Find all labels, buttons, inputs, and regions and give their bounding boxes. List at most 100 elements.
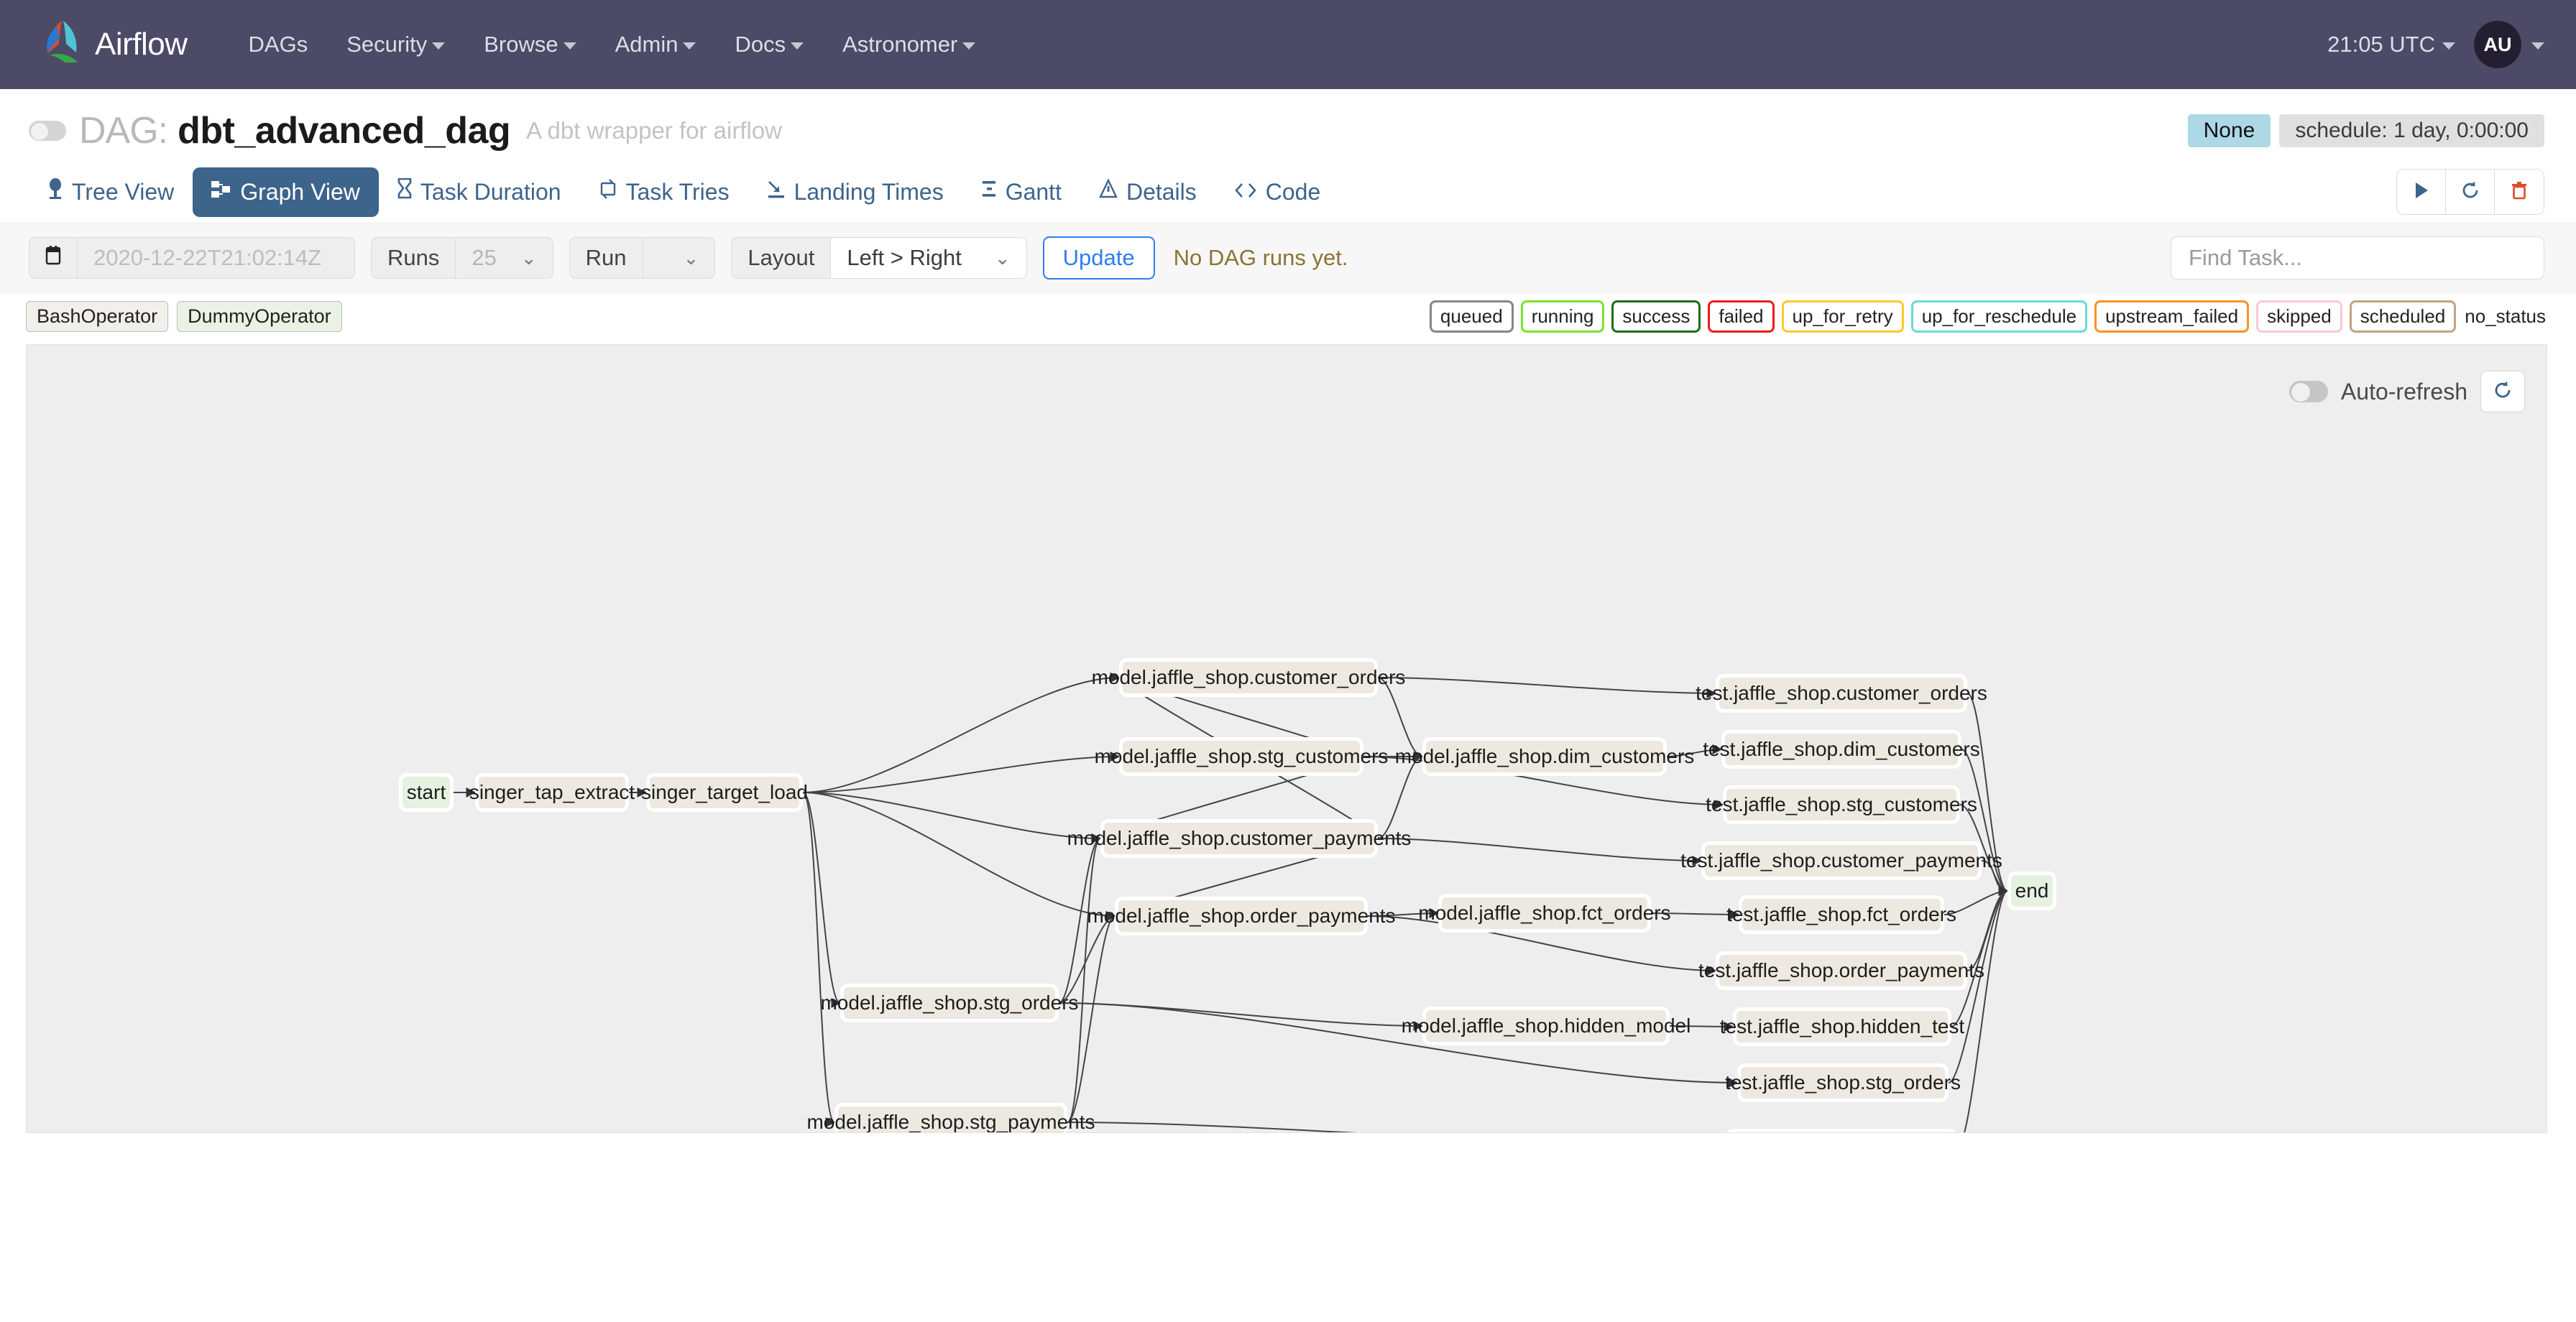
tab-details[interactable]: Details [1080,167,1215,217]
graph-node-m_ord_pay[interactable]: model.jaffle_shop.order_payments [1115,897,1368,935]
find-task-input[interactable]: Find Task... [2171,236,2544,279]
layout-group: Layout Left > Right ⌄ [731,237,1026,279]
legend-row: BashOperator DummyOperator queued runnin… [0,293,2576,341]
code-icon [1234,179,1257,205]
tab-graph-view[interactable]: Graph View [193,167,379,217]
auto-refresh-toggle[interactable] [2289,381,2328,402]
graph-edge [1067,838,1100,1122]
graph-node-m_dim_cust[interactable]: model.jaffle_shop.dim_customers [1422,737,1667,776]
graph-node-label: end [2015,879,2049,902]
run-select[interactable]: ⌄ [643,237,716,279]
navbar-right: 21:05 UTC AU [2327,21,2544,68]
graph-node-label: test.jaffle_shop.stg_customers [1706,793,1977,816]
graph-node-t_dim_cust[interactable]: test.jaffle_shop.dim_customers [1721,730,1961,769]
graph-node-label: test.jaffle_shop.customer_payments [1680,849,2002,872]
graph-node-end[interactable]: end [2007,872,2056,910]
play-icon [2412,180,2431,204]
graph-node-label: test.jaffle_shop.dim_customers [1703,738,1979,761]
tab-label: Gantt [1006,179,1062,205]
nav-link-astronomer[interactable]: Astronomer [823,32,995,57]
runs-select[interactable]: 25 ⌄ [456,237,553,279]
graph-node-m_cust_ord[interactable]: model.jaffle_shop.customer_orders [1119,658,1378,697]
graph-node-t_stg_ord[interactable]: test.jaffle_shop.stg_orders [1737,1063,1949,1102]
graph-edge [1067,916,1115,1122]
refresh-icon [2460,180,2480,204]
graph-node-t_hidden[interactable]: test.jaffle_shop.hidden_test [1733,1007,1951,1046]
layout-select[interactable]: Left > Right ⌄ [831,237,1026,279]
nav-link-dags[interactable]: DAGs [229,32,328,57]
graph-node-t_stg_cust[interactable]: test.jaffle_shop.stg_customers [1723,785,1960,824]
graph-node-start[interactable]: start [399,773,454,812]
airflow-brand[interactable]: Airflow [40,18,188,72]
trigger-dag-button[interactable] [2397,170,2446,214]
graph-node-label: test.jaffle_shop.customer_orders [1696,682,1987,705]
graph-node-m_stg_ord[interactable]: model.jaffle_shop.stg_orders [840,984,1059,1022]
graph-node-load[interactable]: singer_target_load [646,773,803,812]
layout-select-value: Left > Right [847,245,961,271]
graph-edge [1378,838,1701,861]
tab-label: Graph View [240,179,360,205]
graph-node-t_ord_pay[interactable]: test.jaffle_shop.order_payments [1716,951,1967,990]
tab-landing-times[interactable]: Landing Times [748,167,962,217]
tab-label: Code [1266,179,1321,205]
page-title: dbt_advanced_dag [178,109,510,152]
runs-label: Runs [371,237,456,279]
nav-link-label: DAGs [249,32,308,57]
refresh-dag-button[interactable] [2446,170,2495,214]
graph-icon [211,179,231,205]
operator-badge-dummyoperator: DummyOperator [177,301,342,332]
update-button[interactable]: Update [1043,236,1155,279]
status-legend-up-for-reschedule: up_for_reschedule [1911,300,2087,333]
tab-gantt[interactable]: Gantt [962,167,1080,217]
graph-node-label: model.jaffle_shop.dim_customers [1395,745,1695,768]
tab-tree-view[interactable]: Tree View [29,167,193,217]
nav-link-security[interactable]: Security [327,32,464,57]
graph-node-tap[interactable]: singer_tap_extract [475,773,629,812]
tab-label: Tree View [72,179,174,205]
nav-link-label: Astronomer [842,32,957,57]
graph-node-m_hidden[interactable]: model.jaffle_shop.hidden_model [1422,1007,1670,1045]
graph-edge [803,792,1100,838]
utc-clock[interactable]: 21:05 UTC [2327,32,2474,57]
tab-task-duration[interactable]: Task Duration [379,167,580,217]
graph-edge [803,757,1119,792]
graph-node-t_cust_pay[interactable]: test.jaffle_shop.customer_payments [1701,841,1982,880]
avatar[interactable]: AU [2474,21,2521,68]
dag-graph-panel[interactable]: Auto-refresh startsinger_tap_extractsing… [26,344,2547,1133]
nav-link-admin[interactable]: Admin [596,32,716,57]
status-legend-success: success [1611,300,1701,333]
graph-node-m_fct_ord[interactable]: model.jaffle_shop.fct_orders [1438,894,1651,933]
chevron-down-icon [2442,42,2455,50]
nav-link-browse[interactable]: Browse [464,32,595,57]
refresh-icon [2493,380,2513,404]
nav-link-label: Security [346,32,427,57]
graph-edge [1378,757,1422,838]
graph-node-label: test.jaffle_shop.stg_orders [1725,1071,1961,1094]
graph-node-t_fct_ord[interactable]: test.jaffle_shop.fct_orders [1739,895,1944,934]
delete-dag-button[interactable] [2495,170,2544,214]
graph-edge [803,792,834,1122]
calendar-button[interactable] [29,237,78,279]
chevron-down-icon[interactable] [2531,42,2544,50]
graph-refresh-button[interactable] [2480,371,2525,412]
dag-pause-toggle[interactable] [29,121,66,141]
graph-edge [1067,1122,1726,1133]
chevron-down-icon: ⌄ [684,249,699,267]
operator-badge-bashoperator: BashOperator [26,301,168,332]
graph-edge [1059,1003,1422,1026]
graph-node-t_stg_pay[interactable]: test.jaffle_shop.stg_payments [1726,1129,1957,1133]
graph-node-m_cust_pay[interactable]: model.jaffle_shop.customer_payments [1100,819,1378,858]
tab-code[interactable]: Code [1215,167,1340,217]
graph-node-m_stg_pay[interactable]: model.jaffle_shop.stg_payments [834,1103,1067,1133]
execution-date-input[interactable]: 2020-12-22T21:02:14Z [78,237,355,279]
graph-node-t_cust_ord[interactable]: test.jaffle_shop.customer_orders [1716,674,1967,713]
status-legend-skipped: skipped [2256,300,2342,333]
graph-node-m_stg_cust[interactable]: model.jaffle_shop.stg_customers [1119,737,1363,776]
nav-link-docs[interactable]: Docs [715,32,823,57]
nav-link-label: Browse [484,32,558,57]
graph-node-label: model.jaffle_shop.stg_customers [1095,745,1389,768]
tab-task-tries[interactable]: Task Tries [580,167,748,217]
graph-node-label: test.jaffle_shop.hidden_test [1720,1015,1964,1038]
chevron-down-icon [564,42,576,50]
tab-label: Task Duration [420,179,561,205]
